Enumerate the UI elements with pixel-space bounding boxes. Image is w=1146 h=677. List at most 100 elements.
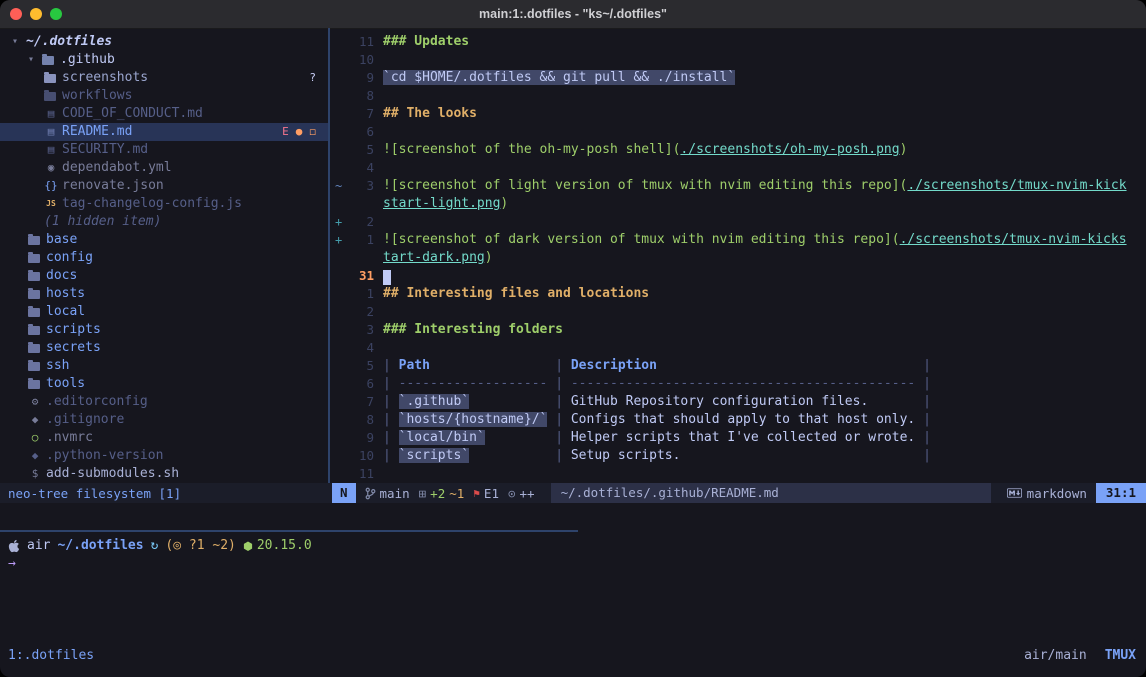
tree-item-github[interactable]: ▾.github	[0, 51, 328, 69]
markdown-icon	[1007, 488, 1022, 498]
tree-item-label: README.md	[62, 123, 132, 141]
file-tree[interactable]: ▾~/.dotfiles▾.githubscreenshots?workflow…	[0, 28, 330, 483]
tree-item-readme-md[interactable]: ▤README.mdE●◻	[0, 123, 328, 141]
tree-item-dependabot-yml[interactable]: ◉dependabot.yml	[0, 159, 328, 177]
tree-item-label: ssh	[46, 357, 69, 375]
dollar-icon: $	[28, 465, 42, 483]
folder-icon	[28, 290, 40, 299]
terminal-window: main:1:.dotfiles - "ks~/.dotfiles" ▾~/.d…	[0, 0, 1146, 677]
editor-line[interactable]: ~3![screenshot of light version of tmux …	[330, 177, 1146, 195]
node-version: 20.15.0	[243, 537, 312, 555]
tree-item-docs[interactable]: docs	[0, 267, 328, 285]
editor-line[interactable]: 2	[330, 303, 1146, 321]
editor-line[interactable]: 11	[330, 465, 1146, 483]
editor-line[interactable]: 1## Interesting files and locations	[330, 285, 1146, 303]
tree-item-hosts[interactable]: hosts	[0, 285, 328, 303]
tree-item-screenshots[interactable]: screenshots?	[0, 69, 328, 87]
line-text: ![screenshot of the oh-my-posh shell](./…	[383, 141, 907, 159]
tree-item-secrets[interactable]: secrets	[0, 339, 328, 357]
expander-icon[interactable]: ▾	[28, 51, 42, 69]
plugin-icon: ⊙	[508, 486, 516, 501]
tree-item-add-submodules-sh[interactable]: $add-submodules.sh	[0, 465, 328, 483]
editor-line[interactable]: 31	[330, 267, 1146, 285]
filetype: markdown	[1007, 486, 1087, 501]
shell-pane[interactable]: air ~/.dotfiles ↻ (◎ ?1 ~2) 20.15.0 →	[0, 537, 1146, 573]
close-window-button[interactable]	[10, 8, 22, 20]
editor-line[interactable]: 3### Interesting folders	[330, 321, 1146, 339]
tree-item-code-of-conduct-md[interactable]: ▤CODE_OF_CONDUCT.md	[0, 105, 328, 123]
folder-icon	[28, 272, 40, 281]
tree-item-label: tools	[46, 375, 85, 393]
line-text: ## Interesting files and locations	[383, 285, 649, 303]
tree-item-dotfiles[interactable]: ▾~/.dotfiles	[0, 33, 328, 51]
editor-line[interactable]: 8	[330, 87, 1146, 105]
folder-icon	[28, 380, 40, 389]
neotree-statusline: neo-tree filesystem [1]	[0, 483, 332, 503]
tree-item-label: tag-changelog-config.js	[62, 195, 242, 213]
editor-line[interactable]: 5| Path | Description |	[330, 357, 1146, 375]
line-number: 5	[347, 357, 383, 375]
editor-line[interactable]: 10	[330, 51, 1146, 69]
apple-icon	[8, 539, 20, 553]
editor-line[interactable]: 7| `.github` | GitHub Repository configu…	[330, 393, 1146, 411]
tree-item-renovate-json[interactable]: {}renovate.json	[0, 177, 328, 195]
line-number: 1	[347, 285, 383, 303]
gutter-sign: +	[330, 213, 347, 231]
tmux-window-label[interactable]: 1:.dotfiles	[8, 648, 94, 663]
tree-item-tools[interactable]: tools	[0, 375, 328, 393]
editor-line[interactable]: 9| `local/bin` | Helper scripts that I'v…	[330, 429, 1146, 447]
editor-line[interactable]: 11### Updates	[330, 33, 1146, 51]
tree-item-gitignore[interactable]: ◆.gitignore	[0, 411, 328, 429]
tree-item-badges: E●◻	[282, 123, 328, 141]
doc-icon: ▤	[44, 105, 58, 123]
circle-icon: ◉	[44, 159, 58, 177]
gutter-sign	[330, 375, 347, 393]
gutter-sign	[330, 69, 347, 87]
tree-item-workflows[interactable]: workflows	[0, 87, 328, 105]
editor-line[interactable]: 9`cd $HOME/.dotfiles && git pull && ./in…	[330, 69, 1146, 87]
editor-buffer[interactable]: 11### Updates109`cd $HOME/.dotfiles && g…	[330, 28, 1146, 483]
tree-item-scripts[interactable]: scripts	[0, 321, 328, 339]
line-number: 9	[347, 429, 383, 447]
editor-line[interactable]: start-light.png)	[330, 195, 1146, 213]
editor-line[interactable]: 10| `scripts` | Setup scripts. |	[330, 447, 1146, 465]
branch-icon	[365, 487, 376, 500]
tree-item-label: scripts	[46, 321, 101, 339]
line-number: 7	[347, 393, 383, 411]
gutter-sign	[330, 195, 347, 213]
modified-badge: ●	[296, 123, 303, 141]
line-number: 7	[347, 105, 383, 123]
tree-item-ssh[interactable]: ssh	[0, 357, 328, 375]
line-number: 4	[347, 159, 383, 177]
tree-item-label: .nvmrc	[46, 429, 93, 447]
tree-item-python-version[interactable]: ◆.python-version	[0, 447, 328, 465]
zoom-window-button[interactable]	[50, 8, 62, 20]
folder-icon	[28, 326, 40, 335]
editor-line[interactable]: 8| `hosts/{hostname}/` | Configs that sh…	[330, 411, 1146, 429]
editor-line[interactable]: 6	[330, 123, 1146, 141]
editor-line[interactable]: 7## The looks	[330, 105, 1146, 123]
tmux-pane-divider[interactable]	[0, 530, 578, 532]
tree-item-label: base	[46, 231, 77, 249]
tree-item-1-hidden-item[interactable]: (1 hidden item)	[0, 213, 328, 231]
tree-item-base[interactable]: base	[0, 231, 328, 249]
minimize-window-button[interactable]	[30, 8, 42, 20]
editor-line[interactable]: 4	[330, 159, 1146, 177]
editor-line[interactable]: tart-dark.png)	[330, 249, 1146, 267]
tree-item-security-md[interactable]: ▤SECURITY.md	[0, 141, 328, 159]
editor-line[interactable]: 4	[330, 339, 1146, 357]
expander-icon[interactable]: ▾	[12, 33, 26, 51]
tree-item-editorconfig[interactable]: ⚙.editorconfig	[0, 393, 328, 411]
line-number: 5	[347, 141, 383, 159]
editor-line[interactable]: +2	[330, 213, 1146, 231]
tree-item-tag-changelog-config-js[interactable]: JStag-changelog-config.js	[0, 195, 328, 213]
editor-line[interactable]: 6| ------------------- | ---------------…	[330, 375, 1146, 393]
tree-item-local[interactable]: local	[0, 303, 328, 321]
gutter-sign	[330, 105, 347, 123]
editor-line[interactable]: 5![screenshot of the oh-my-posh shell](.…	[330, 141, 1146, 159]
gutter-sign	[330, 339, 347, 357]
tree-item-nvmrc[interactable]: ○.nvmrc	[0, 429, 328, 447]
tmux-session-label: air/main	[1024, 648, 1087, 663]
tree-item-config[interactable]: config	[0, 249, 328, 267]
editor-line[interactable]: +1![screenshot of dark version of tmux w…	[330, 231, 1146, 249]
